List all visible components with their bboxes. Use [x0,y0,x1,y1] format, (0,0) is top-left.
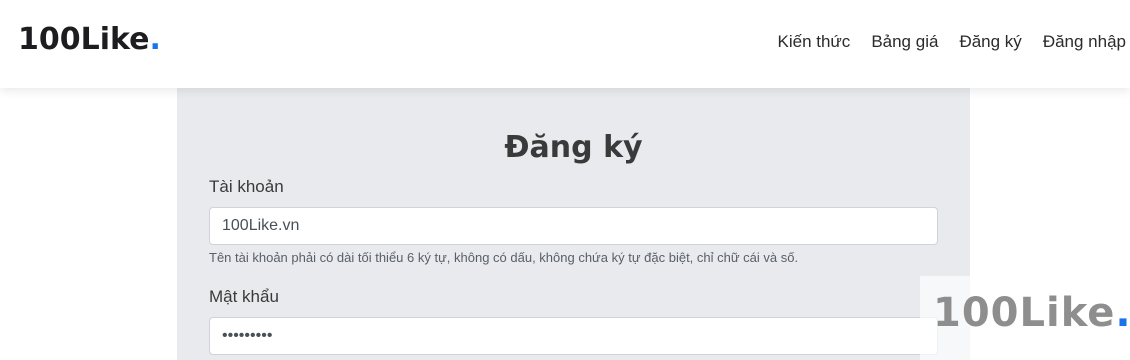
nav-link-dang-nhap[interactable]: Đăng nhập [1043,32,1126,52]
watermark-logo: 100Like. [920,276,1130,360]
logo-text: 100Like [18,22,150,57]
site-logo[interactable]: 100Like. [18,22,161,57]
nav-link-kien-thuc[interactable]: Kiến thức [778,32,851,52]
site-header: 100Like. Kiến thức Bảng giá Đăng ký Đăng… [0,0,1130,88]
main-nav: Kiến thức Bảng giá Đăng ký Đăng nhập [778,32,1127,52]
password-label: Mật khẩu [209,287,279,306]
account-label: Tài khoản [209,177,284,196]
register-form-panel: Đăng ký Tài khoản Tên tài khoản phải có … [177,88,970,360]
nav-link-bang-gia[interactable]: Bảng giá [871,32,938,52]
account-help-text: Tên tài khoản phải có dài tối thiểu 6 ký… [209,250,799,265]
password-input[interactable] [209,317,938,355]
watermark-text: 100Like. [933,290,1130,336]
nav-link-dang-ky[interactable]: Đăng ký [959,32,1021,52]
account-input[interactable] [209,207,938,245]
logo-dot: . [149,22,161,57]
form-title: Đăng ký [504,130,643,165]
